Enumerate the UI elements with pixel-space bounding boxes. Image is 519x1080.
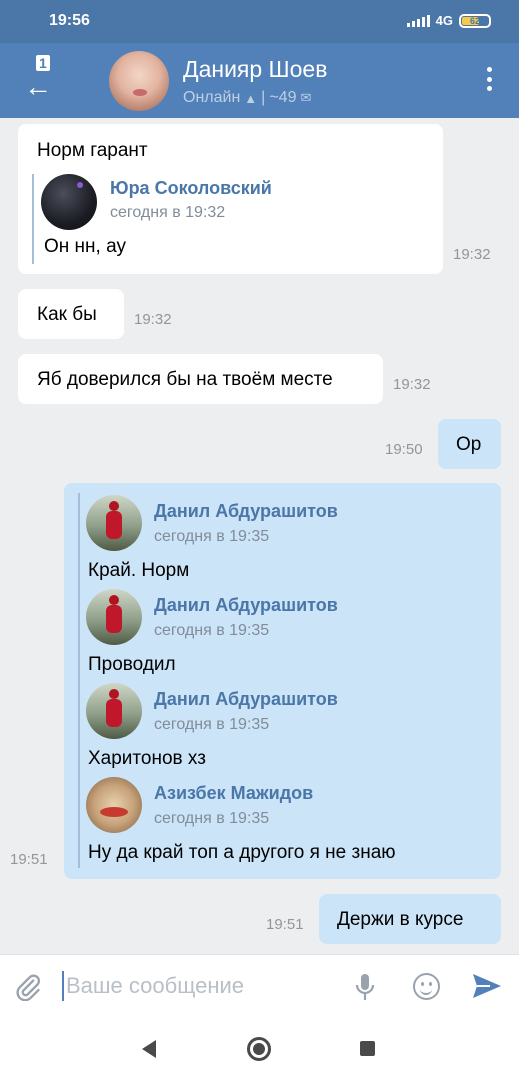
message-time: 19:51 bbox=[266, 916, 304, 933]
battery-icon: 62 bbox=[459, 13, 491, 28]
back-arrow-icon: ← bbox=[24, 71, 52, 102]
forwarded-block: Данил Абдурашитов сегодня в 19:35 Край. … bbox=[78, 493, 396, 868]
forwarded-text: Харитонов хз bbox=[88, 748, 206, 769]
forwarded-text: Край. Норм bbox=[88, 560, 190, 581]
message-text: Как бы bbox=[37, 304, 97, 325]
message-bubble-outgoing[interactable]: Данил Абдурашитов сегодня в 19:35 Край. … bbox=[64, 483, 501, 879]
message-time: 19:32 bbox=[134, 311, 172, 328]
message-input[interactable] bbox=[66, 967, 336, 1005]
forwarded-date: сегодня в 19:32 bbox=[110, 204, 226, 221]
contact-status: Онлайн ▲ | ~49 ✉ bbox=[183, 89, 312, 106]
forwarded-date: сегодня в 19:35 bbox=[154, 716, 270, 733]
forwarded-sender-name[interactable]: Азизбек Мажидов bbox=[154, 783, 313, 804]
contact-name[interactable]: Данияр Шоев bbox=[183, 56, 327, 83]
forwarded-avatar[interactable] bbox=[86, 683, 142, 739]
online-status: Онлайн bbox=[183, 89, 241, 106]
network-label: 4G bbox=[435, 13, 453, 28]
message-text: Норм гарант bbox=[37, 140, 148, 161]
chat-header: ← 1 Данияр Шоев Онлайн ▲ | ~49 ✉ bbox=[0, 43, 519, 118]
message-bubble-outgoing[interactable]: Держи в курсе bbox=[319, 894, 501, 944]
message-composer bbox=[0, 954, 519, 1018]
microphone-icon[interactable] bbox=[354, 972, 376, 1002]
signal-icon bbox=[406, 14, 430, 27]
message-text: Держи в курсе bbox=[337, 909, 464, 930]
contact-avatar[interactable] bbox=[109, 51, 169, 111]
more-menu-button[interactable] bbox=[487, 67, 493, 91]
message-bubble-outgoing[interactable]: Ор bbox=[438, 419, 501, 469]
nav-recent-apps-icon[interactable] bbox=[360, 1041, 375, 1056]
forwarded-date: сегодня в 19:35 bbox=[154, 622, 270, 639]
forwarded-avatar[interactable] bbox=[86, 589, 142, 645]
forwarded-sender-name[interactable]: Данил Абдурашитов bbox=[154, 595, 338, 616]
message-count: ~49 bbox=[269, 89, 297, 106]
android-icon: ▲ bbox=[244, 90, 258, 106]
forwarded-sender-name[interactable]: Данил Абдурашитов bbox=[154, 689, 338, 710]
forwarded-date: сегодня в 19:35 bbox=[154, 810, 270, 827]
message-text: Ор bbox=[456, 434, 482, 455]
forwarded-text: Проводил bbox=[88, 654, 176, 675]
forwarded-sender-name[interactable]: Юра Соколовский bbox=[110, 178, 272, 199]
forwarded-avatar[interactable] bbox=[86, 495, 142, 551]
battery-level: 62 bbox=[469, 15, 480, 26]
message-bubble-incoming[interactable]: Как бы bbox=[18, 289, 124, 339]
message-time: 19:51 bbox=[10, 851, 48, 868]
nav-back-icon[interactable] bbox=[142, 1040, 156, 1058]
message-bubble-incoming[interactable]: Яб доверился бы на твоём месте bbox=[18, 354, 383, 404]
more-dots-icon bbox=[487, 67, 492, 72]
send-icon[interactable] bbox=[472, 973, 502, 999]
message-time: 19:32 bbox=[453, 246, 491, 263]
nav-home-icon[interactable] bbox=[247, 1037, 271, 1061]
message-time: 19:32 bbox=[393, 376, 431, 393]
forwarded-avatar[interactable] bbox=[86, 777, 142, 833]
forwarded-block: Юра Соколовский сегодня в 19:32 Он нн, а… bbox=[32, 174, 272, 264]
status-icons: 4G 62 bbox=[406, 13, 491, 28]
text-cursor bbox=[62, 971, 64, 1001]
emoji-icon[interactable] bbox=[413, 973, 440, 1000]
status-bar: 19:56 4G 62 bbox=[0, 0, 519, 43]
status-time: 19:56 bbox=[49, 12, 90, 29]
forwarded-text: Ну да край топ а другого я не знаю bbox=[88, 842, 396, 863]
mail-icon: ✉ bbox=[300, 90, 312, 105]
system-nav-bar bbox=[0, 1018, 519, 1080]
forwarded-avatar[interactable] bbox=[41, 174, 97, 230]
message-text: Яб доверился бы на твоём месте bbox=[37, 369, 333, 390]
message-bubble-incoming[interactable]: Норм гарант Юра Соколовский сегодня в 19… bbox=[18, 124, 443, 274]
forwarded-text: Он нн, ау bbox=[44, 236, 126, 257]
unread-count-badge: 1 bbox=[36, 55, 50, 71]
attach-icon[interactable] bbox=[14, 973, 42, 1001]
forwarded-sender-name[interactable]: Данил Абдурашитов bbox=[154, 501, 338, 522]
back-button[interactable]: ← 1 bbox=[24, 55, 60, 102]
message-time: 19:50 bbox=[385, 441, 423, 458]
forwarded-date: сегодня в 19:35 bbox=[154, 528, 270, 545]
